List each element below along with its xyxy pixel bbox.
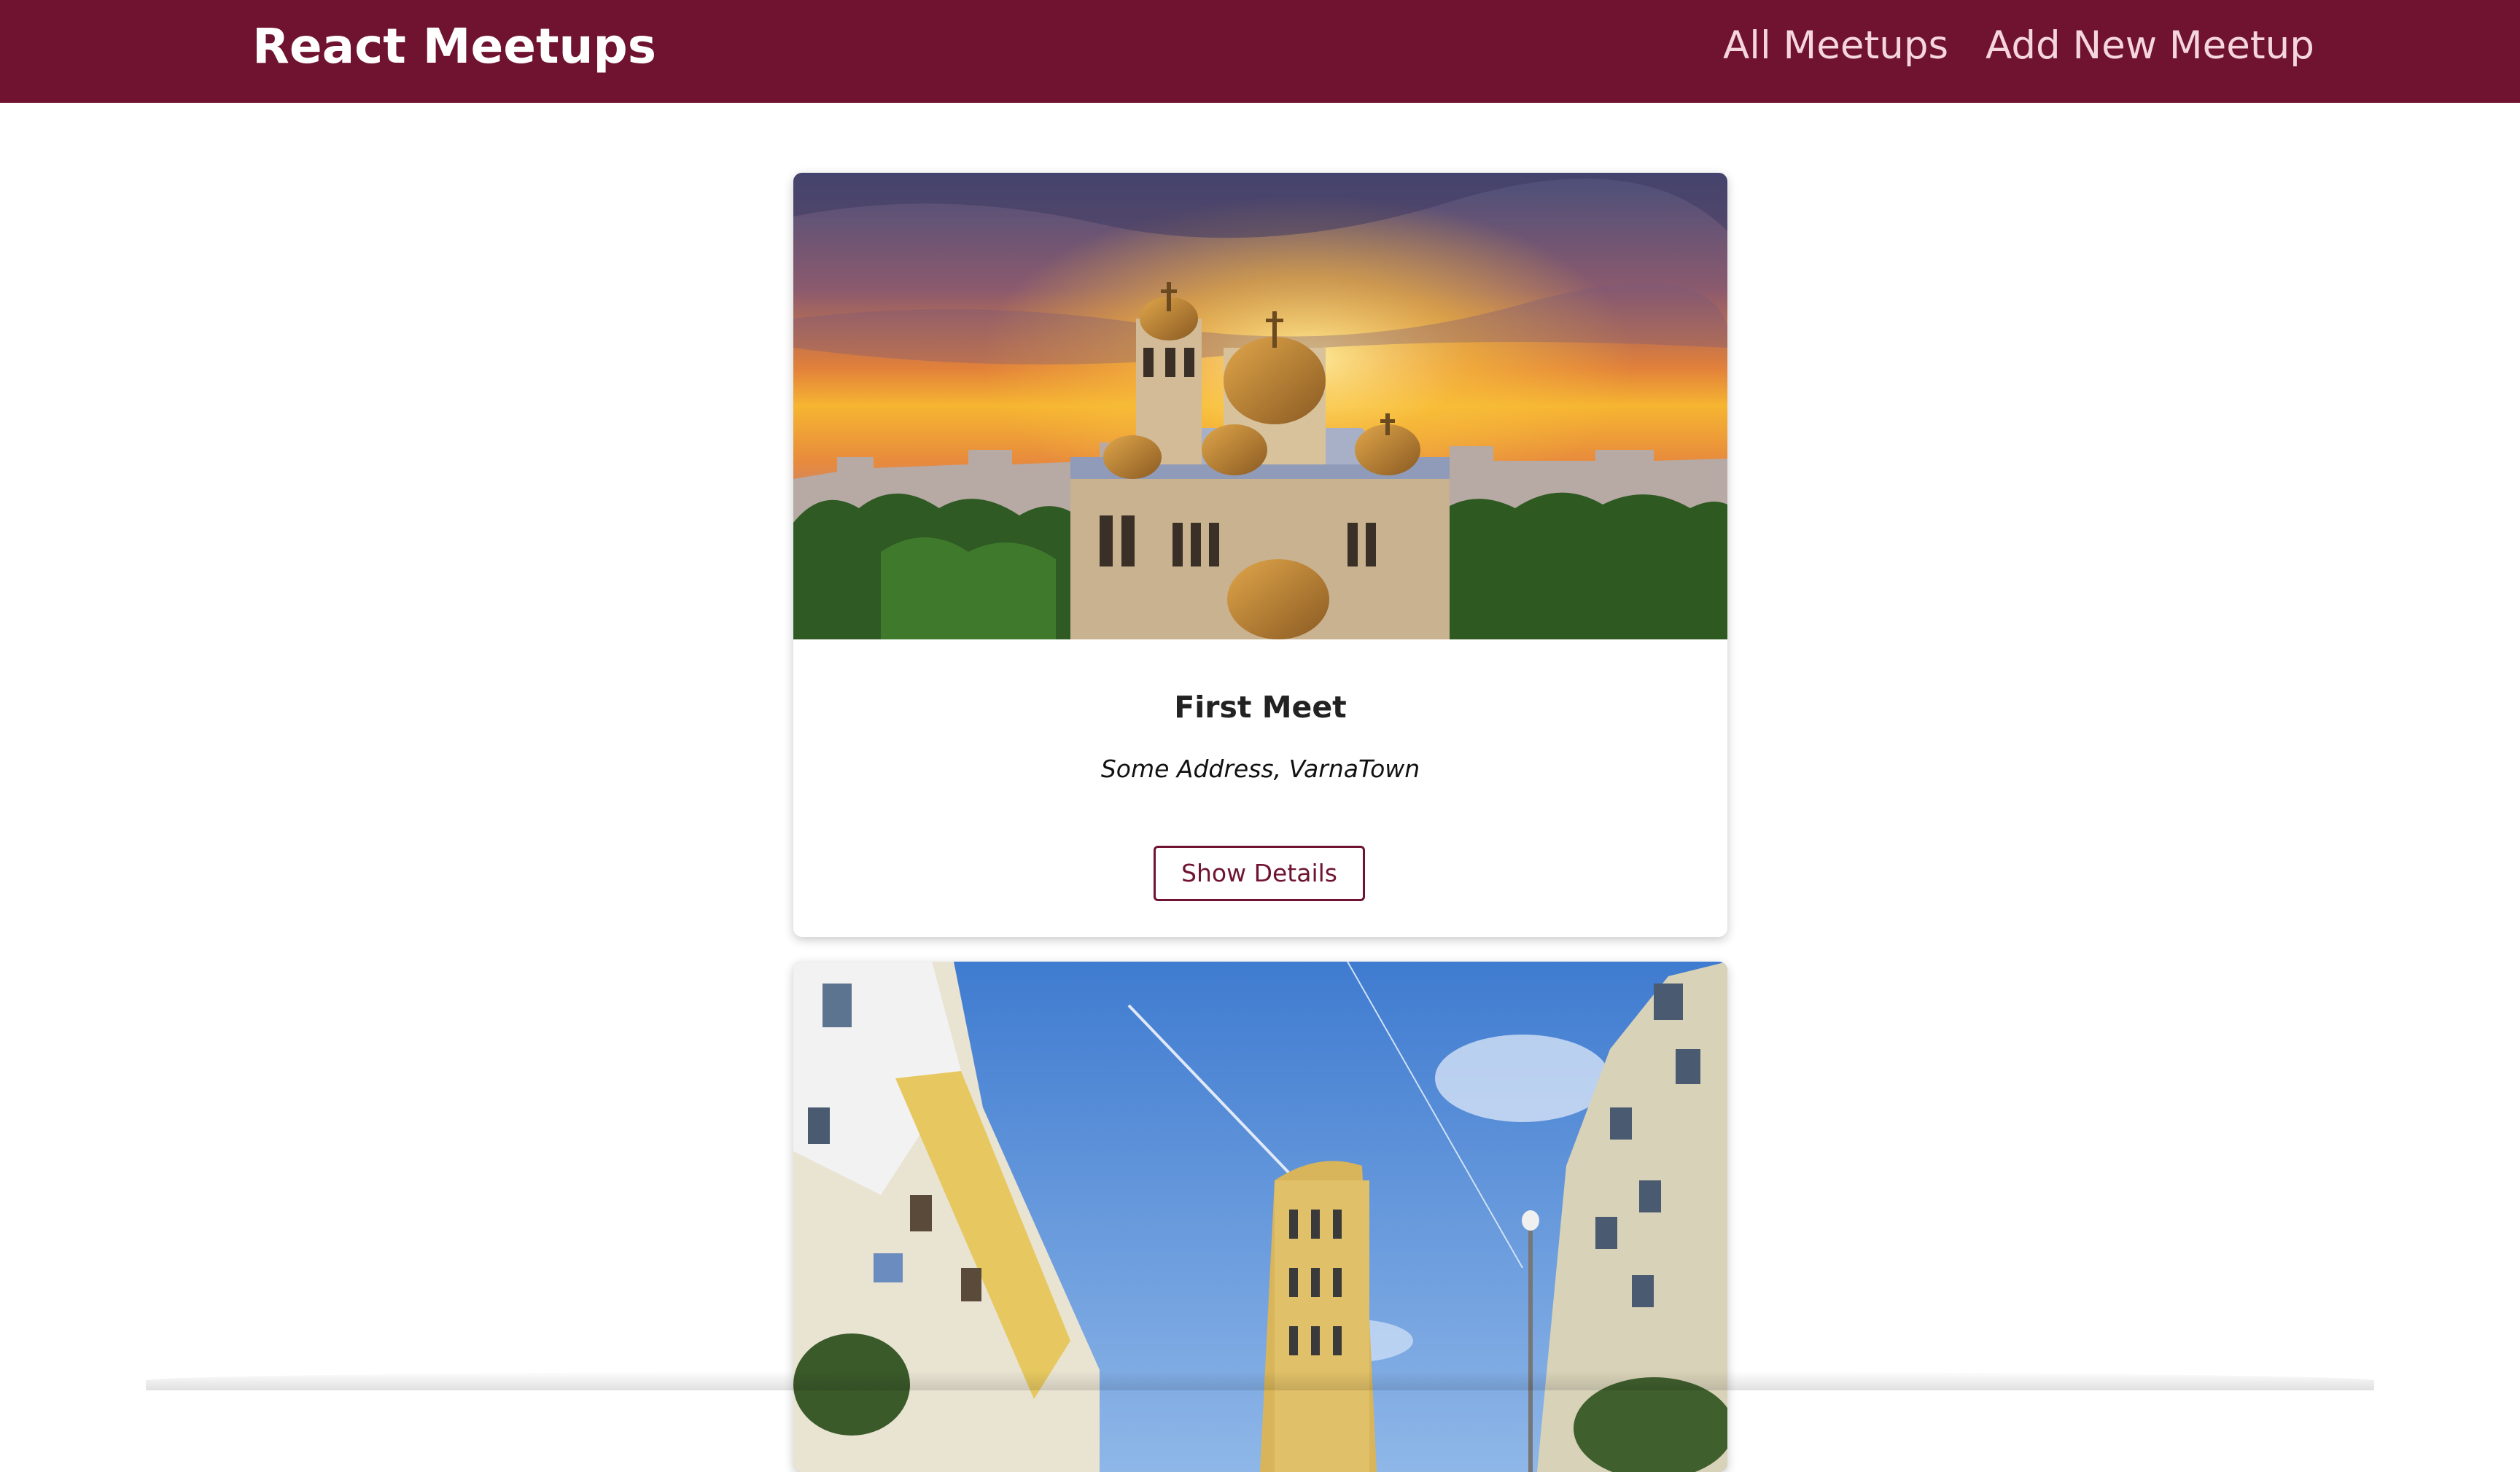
meetup-title: First Meet bbox=[1174, 690, 1347, 725]
app-logo[interactable]: React Meetups bbox=[252, 17, 656, 76]
scroll-shadow bbox=[146, 1371, 2374, 1390]
main-header: React Meetups All Meetups Add New Meetup bbox=[0, 0, 2520, 103]
meetup-card bbox=[793, 962, 1727, 1472]
meetup-card: First Meet Some Address, VarnaTown Show … bbox=[793, 173, 1727, 937]
meetup-address: Some Address, VarnaTown bbox=[1100, 755, 1420, 783]
city-street-image bbox=[793, 962, 1727, 1472]
cathedral-sunset-image bbox=[793, 173, 1727, 639]
nav-link-add-new-meetup[interactable]: Add New Meetup bbox=[1986, 22, 2314, 70]
show-details-button[interactable]: Show Details bbox=[1154, 846, 1365, 901]
nav-link-all-meetups[interactable]: All Meetups bbox=[1723, 22, 1948, 70]
